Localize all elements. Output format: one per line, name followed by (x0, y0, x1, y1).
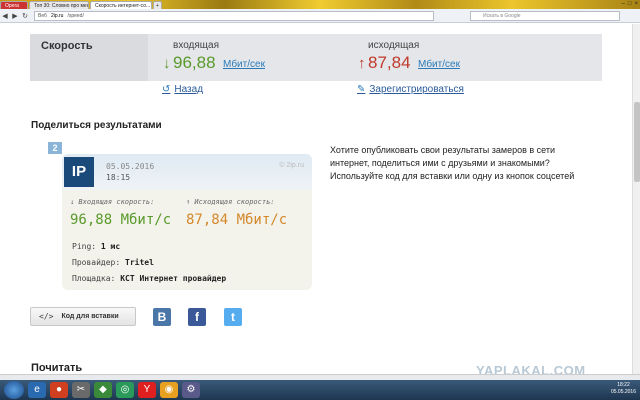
incoming-title: входящая (173, 40, 219, 51)
tool-icon[interactable]: ✂ (72, 382, 90, 398)
card-date: 05.05.2016 (106, 162, 155, 171)
back-link[interactable]: ↺ Назад (162, 84, 203, 95)
tab-top30[interactable]: Топ 30: Словно про мен... (29, 1, 89, 9)
system-clock[interactable]: 18:22 05.05.2016 (611, 382, 636, 396)
yandex-icon[interactable]: Y (138, 382, 156, 398)
ping-value: 1 мс (100, 242, 121, 251)
incoming-unit-link[interactable]: Мбит/сек (223, 59, 265, 70)
up-arrow-icon: ↑ (358, 55, 366, 72)
new-tab-button[interactable]: + (153, 1, 162, 9)
minimize-icon[interactable]: – (622, 0, 625, 8)
embed-code-label: Код для вставки (61, 313, 119, 320)
address-bar: ◀ ▶ ↻ Веб 2ip.ru /speed/ ⌕ Искать в Goog… (0, 9, 640, 23)
vk-share-button[interactable]: B (153, 308, 171, 326)
card-incoming-label: ↓ Входящая скорость: (70, 198, 155, 206)
read-heading: Почитать (31, 362, 83, 374)
provider-label: Провайдер: (72, 258, 121, 267)
tab-speedtest[interactable]: Скорость интернет-со... (90, 1, 152, 9)
register-link[interactable]: ✎ Зарегистрироваться (357, 84, 464, 95)
card-time: 18:15 (106, 173, 131, 182)
url-input[interactable]: Веб 2ip.ru /speed/ (34, 10, 434, 21)
page-content: Скорость входящая ↓ 96,88 Мбит/сек исход… (0, 24, 640, 374)
card-area-row: Площадка: КСТ Интернет провайдер (72, 274, 226, 283)
outgoing-speed-value: 87,84 (368, 53, 411, 72)
reload-icon[interactable]: ↻ (20, 12, 30, 20)
back-icon: ↺ (162, 84, 171, 95)
app-icon[interactable]: ◆ (94, 382, 112, 398)
chrome-icon[interactable]: ◉ (160, 382, 178, 398)
clock-time: 18:22 (617, 382, 630, 388)
maximize-icon[interactable]: □ (628, 0, 632, 8)
address-prefix: Веб (38, 12, 47, 19)
ip-logo: IP (64, 157, 94, 187)
outgoing-title: исходящая (368, 40, 420, 51)
register-link-label: Зарегистрироваться (369, 84, 464, 95)
search-input[interactable]: Искать в Google (470, 10, 620, 21)
close-icon[interactable]: × (634, 0, 638, 8)
incoming-speed-value: 96,88 (173, 53, 216, 72)
embed-code-button[interactable]: </> Код для вставки (30, 307, 136, 326)
browser-tab-bar: Opera Топ 30: Словно про мен... Скорость… (0, 0, 640, 9)
start-button[interactable] (4, 381, 24, 399)
speed-label-cell: Скорость (30, 34, 148, 81)
share-heading: Поделиться результатами (31, 120, 162, 131)
provider-value: Tritel (125, 258, 154, 267)
pencil-icon: ✎ (357, 84, 366, 95)
scroll-thumb[interactable] (634, 102, 640, 182)
speed-label: Скорость (41, 40, 93, 52)
outgoing-unit-link[interactable]: Мбит/сек (418, 59, 460, 70)
forward-arrow-icon[interactable]: ▶ (10, 12, 20, 20)
settings-icon[interactable]: ⚙ (182, 382, 200, 398)
ping-label: Ping: (72, 242, 97, 251)
address-path: /speed/ (67, 12, 84, 19)
card-outgoing-label: ↑ Исходящая скорость: (186, 198, 275, 206)
window-controls: – □ × (622, 0, 638, 8)
facebook-share-button[interactable]: f (188, 308, 206, 326)
media-icon[interactable]: ● (50, 382, 68, 398)
address-host: 2ip.ru (50, 12, 64, 19)
back-arrow-icon[interactable]: ◀ (0, 12, 10, 20)
clock-date: 05.05.2016 (610, 389, 636, 395)
taskbar: e ● ✂ ◆ ◎ Y ◉ ⚙ 18:22 05.05.2016 (0, 380, 640, 400)
card-badge: 2 (48, 142, 62, 154)
result-card: IP 05.05.2016 18:15 © 2ip.ru ↓ Входящая … (62, 154, 312, 290)
area-label: Площадка: (72, 274, 116, 283)
twitter-share-button[interactable]: t (224, 308, 242, 326)
code-icon: </> (39, 312, 54, 321)
down-arrow-icon: ↓ (163, 55, 171, 72)
site-watermark: YAPLAKAL.COM (476, 363, 586, 374)
card-brand: © 2ip.ru (279, 162, 304, 169)
card-outgoing-value: 87,84 Мбит/с (186, 212, 288, 228)
page-scrollbar[interactable] (632, 24, 640, 374)
speaker-icon[interactable]: ◎ (116, 382, 134, 398)
card-header: IP 05.05.2016 18:15 © 2ip.ru (62, 154, 312, 190)
area-value: КСТ Интернет провайдер (120, 274, 227, 283)
back-link-label: Назад (174, 84, 204, 95)
card-provider-row: Провайдер: Tritel (72, 258, 154, 267)
share-description: Хотите опубликовать свои результаты заме… (330, 145, 575, 181)
card-ping-row: Ping: 1 мс (72, 242, 120, 251)
speed-results-panel: Скорость входящая ↓ 96,88 Мбит/сек исход… (30, 34, 602, 81)
card-incoming-value: 96,88 Мбит/с (70, 212, 172, 228)
opera-menu-tab[interactable]: Opera (0, 1, 28, 9)
ie-icon[interactable]: e (28, 382, 46, 398)
